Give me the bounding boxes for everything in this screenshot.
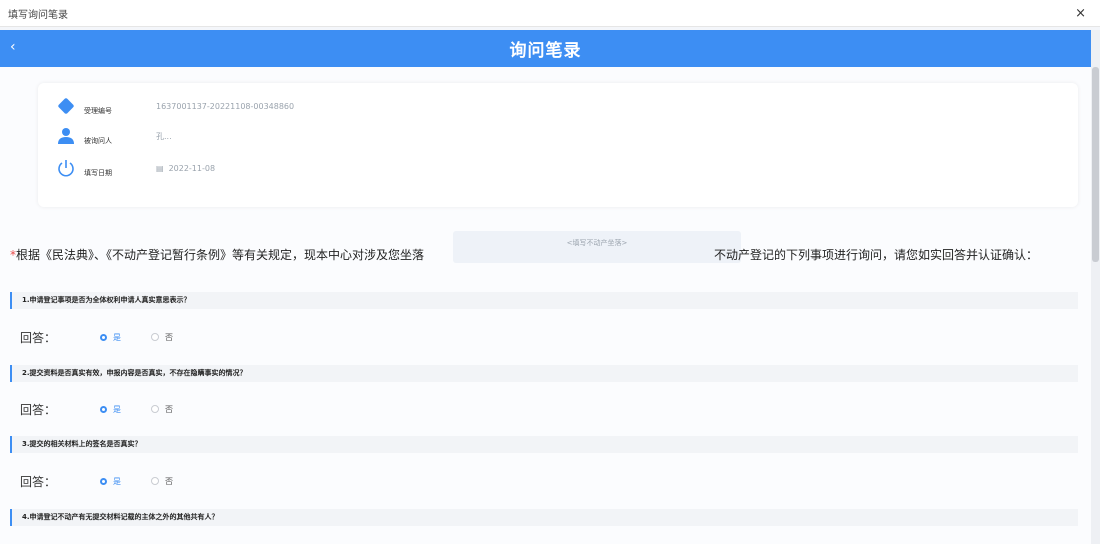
diamond-icon xyxy=(56,96,76,116)
date-text: 2022-11-08 xyxy=(168,163,216,173)
case-number-row: 受理编号 1637001137-20221108-00348860 xyxy=(56,93,294,119)
form-content: 受理编号 1637001137-20221108-00348860 被询问人 孔… xyxy=(0,67,1091,544)
info-card: 受理编号 1637001137-20221108-00348860 被询问人 孔… xyxy=(38,83,1078,207)
power-icon xyxy=(56,158,76,178)
person-value: 孔... xyxy=(156,131,172,141)
answer-row-1: 回答： 是 否 xyxy=(20,329,203,345)
case-number-label: 受理编号 xyxy=(84,107,112,115)
radio-no-2[interactable]: 否 xyxy=(151,404,173,415)
window-title-bar: 填写询问笔录 × xyxy=(0,0,1100,27)
radio-yes-3[interactable]: 是 xyxy=(100,476,121,487)
question-1: 1.申请登记事项是否为全体权利申请人真实意思表示？ xyxy=(10,292,1078,309)
user-icon xyxy=(56,126,76,146)
radio-no-3[interactable]: 否 xyxy=(151,476,173,487)
date-label: 填写日期 xyxy=(84,169,112,177)
radio-yes-2[interactable]: 是 xyxy=(100,404,121,415)
question-3: 3.提交的相关材料上的签名是否真实？ xyxy=(10,436,1078,453)
window-title: 填写询问笔录 xyxy=(8,9,68,21)
scroll-area: ‹ 询问笔录 受理编号 1637001137-20221108-00348860… xyxy=(0,27,1100,544)
answer-label: 回答： xyxy=(20,330,57,345)
case-number-value: 1637001137-20221108-00348860 xyxy=(156,101,295,111)
answer-label: 回答： xyxy=(20,402,57,417)
intro-text-after: 不动产登记的下列事项进行询问，请您如实回答并认证确认： xyxy=(714,248,1039,262)
person-row: 被询问人 孔... xyxy=(56,123,172,149)
question-2: 2.提交资料是否真实有效，申报内容是否真实，不存在隐瞒事实的情况？ xyxy=(10,365,1078,382)
question-4: 4.申请登记不动产有无提交材料记载的主体之外的其他共有人？ xyxy=(10,509,1078,526)
radio-yes-1[interactable]: 是 xyxy=(100,332,121,343)
person-label: 被询问人 xyxy=(84,137,112,145)
answer-row-3: 回答： 是 否 xyxy=(20,473,203,489)
scrollbar-thumb[interactable] xyxy=(1092,67,1099,262)
intro-statement: *根据《民法典》、《不动产登记暂行条例》等有关规定，现本中心对涉及您坐落 不动产登… xyxy=(10,248,1080,262)
answer-label: 回答： xyxy=(20,474,57,489)
page-title: 询问笔录 xyxy=(509,41,582,61)
answer-row-2: 回答： 是 否 xyxy=(20,401,203,417)
date-row: 填写日期 ▤ 2022-11-08 xyxy=(56,155,215,181)
date-value[interactable]: ▤ 2022-11-08 xyxy=(156,164,215,173)
radio-no-1[interactable]: 否 xyxy=(151,332,173,343)
back-arrow-icon[interactable]: ‹ xyxy=(10,39,16,55)
calendar-icon: ▤ xyxy=(156,163,164,173)
page-header: ‹ 询问笔录 xyxy=(0,30,1091,67)
close-icon[interactable]: × xyxy=(1075,7,1086,20)
intro-text-before: 根据《民法典》、《不动产登记暂行条例》等有关规定，现本中心对涉及您坐落 xyxy=(16,248,425,262)
